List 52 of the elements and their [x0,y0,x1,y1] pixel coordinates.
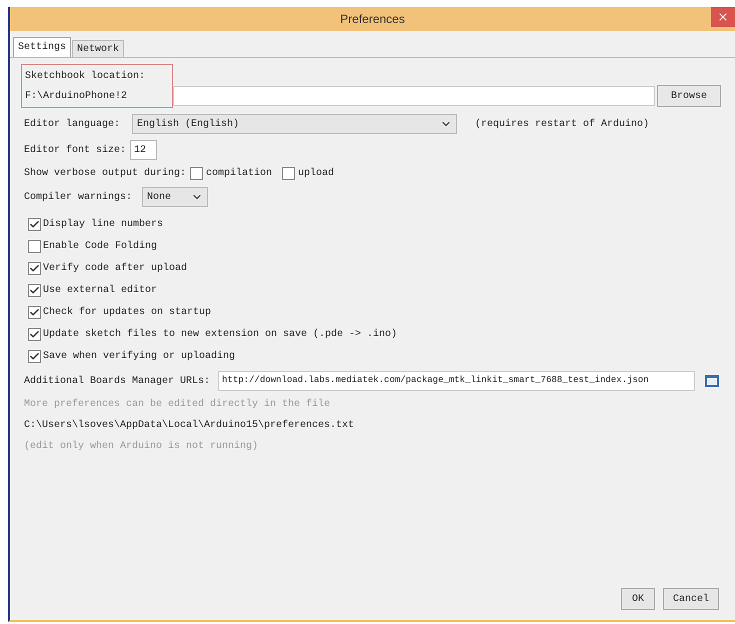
checkbox[interactable] [28,262,41,274]
sketchbook-path: F:\ArduinoPhone!2 [25,90,128,104]
verbose-output-label: Show verbose output during: [24,166,186,181]
close-button[interactable] [711,7,735,27]
font-size-field[interactable]: 12 [130,140,158,160]
restart-note: (requires restart of Arduino) [475,118,650,132]
editor-language-label: Editor language: [24,118,122,132]
checkbox[interactable] [28,306,41,318]
checkbox-label: upload [298,166,334,181]
sketchbook-location-label: Sketchbook location: [25,70,146,84]
check-icon [29,284,40,296]
checkbox[interactable] [28,350,41,362]
close-icon [717,11,729,23]
checkbox[interactable] [28,218,41,230]
check-icon [29,306,40,318]
compiler-warnings-label: Compiler warnings: [24,190,132,204]
window-icon-button[interactable] [703,373,721,389]
checkbox-label: Display line numbers [43,218,164,232]
checkbox-label: Save when verifying or uploading [43,350,236,364]
tab[interactable]: Network [72,40,124,57]
dialog-button[interactable]: OK [621,588,655,610]
checkbox-label: Verify code after upload [43,262,188,276]
language-value: English (English) [137,118,240,132]
window-icon [704,374,720,388]
boards-url-field[interactable]: http://download.labs.mediatek.com/package_mtk_linkit_smart_7688_test_index.json [218,371,695,391]
warnings-dropdown[interactable]: None [142,187,208,207]
preferences-path: C:\Users\lsoves\AppData\Local\Arduino15\preferences.txt [24,418,356,433]
more-preferences-hint: More preferences can be edited directly in the file [24,398,332,412]
language-dropdown[interactable]: English (English) [132,114,457,134]
window-title: Preferences [340,11,405,28]
checkbox-label: compilation [206,166,272,181]
checkbox[interactable] [28,328,41,340]
check-icon [29,218,40,230]
check-icon [29,262,40,274]
checkbox[interactable] [28,284,41,296]
browse-button[interactable]: Browse [657,85,721,107]
sketchbook-field[interactable] [173,86,655,106]
checkbox[interactable] [28,240,41,252]
checkbox[interactable] [282,167,296,180]
checkbox-label: Update sketch files to new extension on save (.pde -> .ino) [43,328,398,342]
warnings-value: None [147,190,172,204]
tab[interactable]: Settings [13,37,72,57]
dialog-button[interactable]: Cancel [663,588,719,610]
font-size-label: Editor font size: [24,144,126,158]
check-icon [29,328,40,340]
checkbox[interactable] [190,167,204,180]
checkbox-label: Enable Code Folding [43,240,158,254]
checkbox-label: Check for updates on startup [43,306,212,320]
edit-warning: (edit only when Arduino is not running) [24,440,260,454]
checkbox-label: Use external editor [43,284,158,298]
boards-manager-label: Additional Boards Manager URLs: [24,374,210,388]
check-icon [29,350,40,362]
